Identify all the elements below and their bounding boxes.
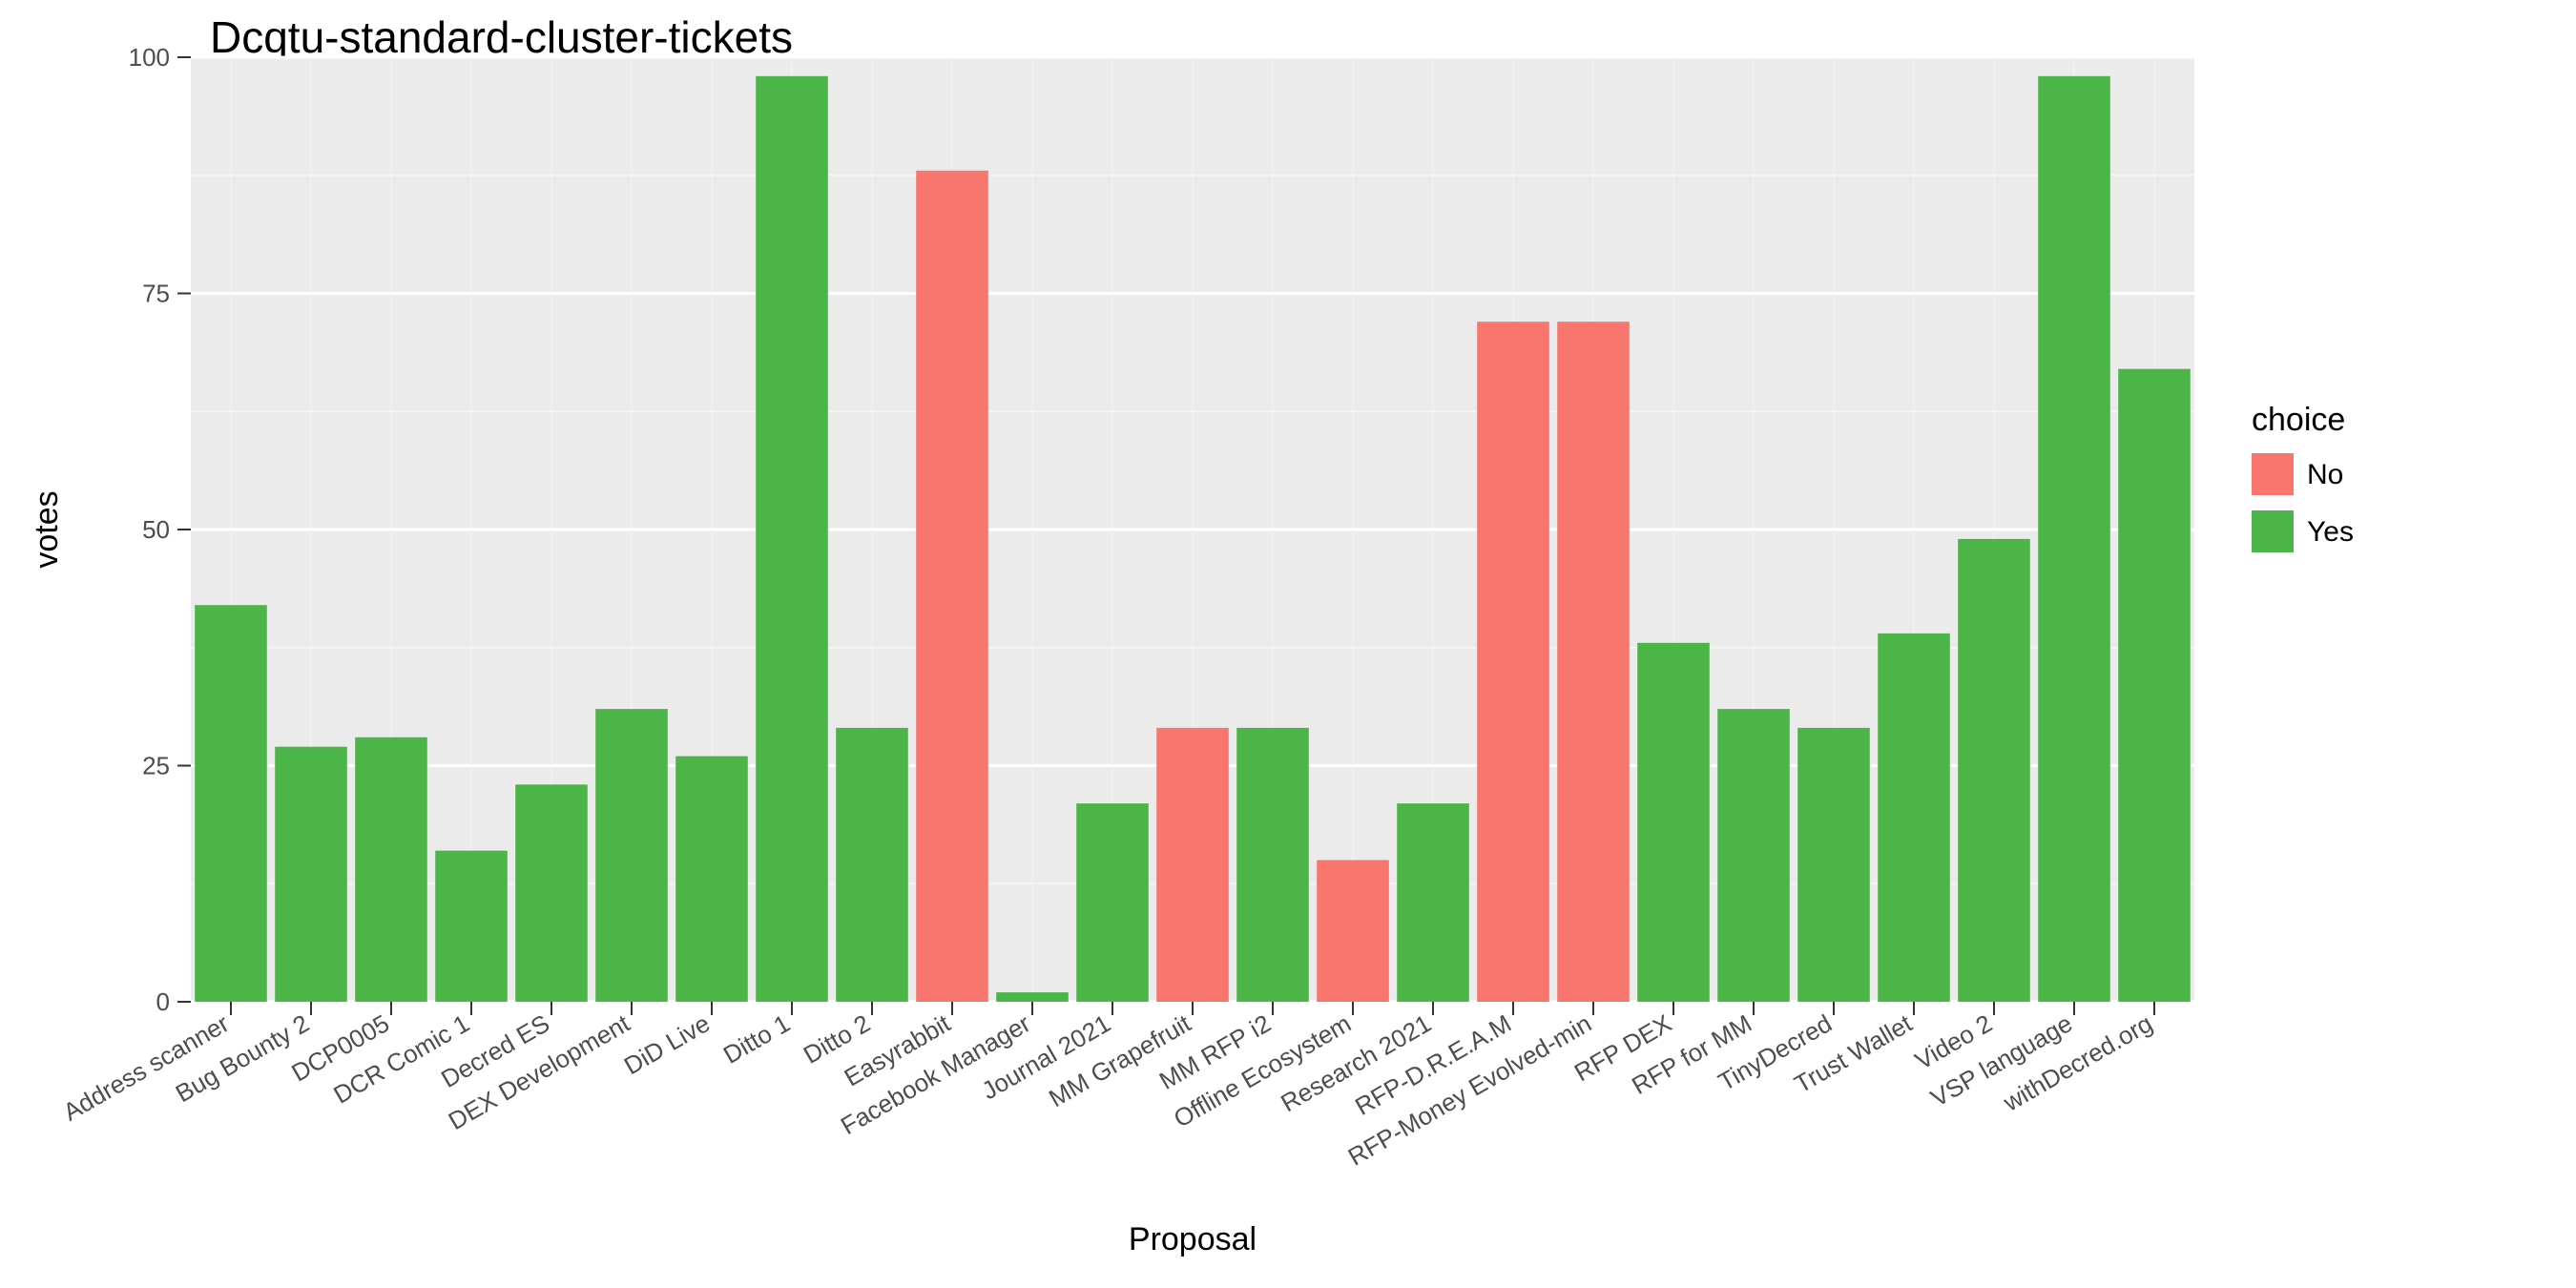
bar <box>515 784 588 1002</box>
y-tick-label: 25 <box>142 752 170 780</box>
bar <box>1236 728 1309 1002</box>
bar <box>916 171 988 1002</box>
bar <box>1637 643 1710 1002</box>
bar <box>675 757 748 1002</box>
bar <box>595 709 668 1002</box>
x-axis-title: Proposal <box>1129 1221 1257 1257</box>
bar <box>756 76 828 1002</box>
legend-label: Yes <box>2307 516 2354 548</box>
bar <box>275 747 347 1002</box>
y-tick-label: 75 <box>142 280 170 308</box>
y-tick-label: 100 <box>129 43 170 72</box>
y-axis-title: votes <box>29 490 65 568</box>
bar <box>1397 803 1469 1002</box>
bar <box>1317 861 1389 1003</box>
bar <box>996 992 1069 1002</box>
legend-swatch <box>2252 453 2294 495</box>
bar <box>195 605 267 1002</box>
bar <box>2038 76 2110 1002</box>
chart-container: Dcqtu-standard-cluster-tickets 0 25 50 75 100… <box>0 0 2576 1288</box>
bar <box>435 851 508 1002</box>
bar <box>1958 539 2030 1002</box>
legend-title: choice <box>2252 402 2345 438</box>
legend-label: No <box>2307 459 2343 490</box>
bar <box>1477 322 1549 1002</box>
bar-chart: Dcqtu-standard-cluster-tickets 0 25 50 75 100… <box>0 0 2576 1288</box>
x-tick-label: DiD Live <box>619 1008 715 1080</box>
legend-swatch <box>2252 510 2294 552</box>
y-tick-label: 0 <box>156 987 170 1016</box>
chart-title: Dcqtu-standard-cluster-tickets <box>210 12 793 62</box>
y-tick-label: 50 <box>142 515 170 544</box>
bar <box>1156 728 1229 1002</box>
x-tick-label: Ditto 1 <box>718 1008 795 1070</box>
bar <box>1557 322 1630 1002</box>
bar <box>1878 634 1950 1002</box>
bar <box>2118 369 2191 1002</box>
bar <box>1076 803 1149 1002</box>
bar <box>1797 728 1870 1002</box>
bar <box>355 737 427 1002</box>
bar <box>1717 709 1790 1002</box>
bar <box>836 728 908 1002</box>
